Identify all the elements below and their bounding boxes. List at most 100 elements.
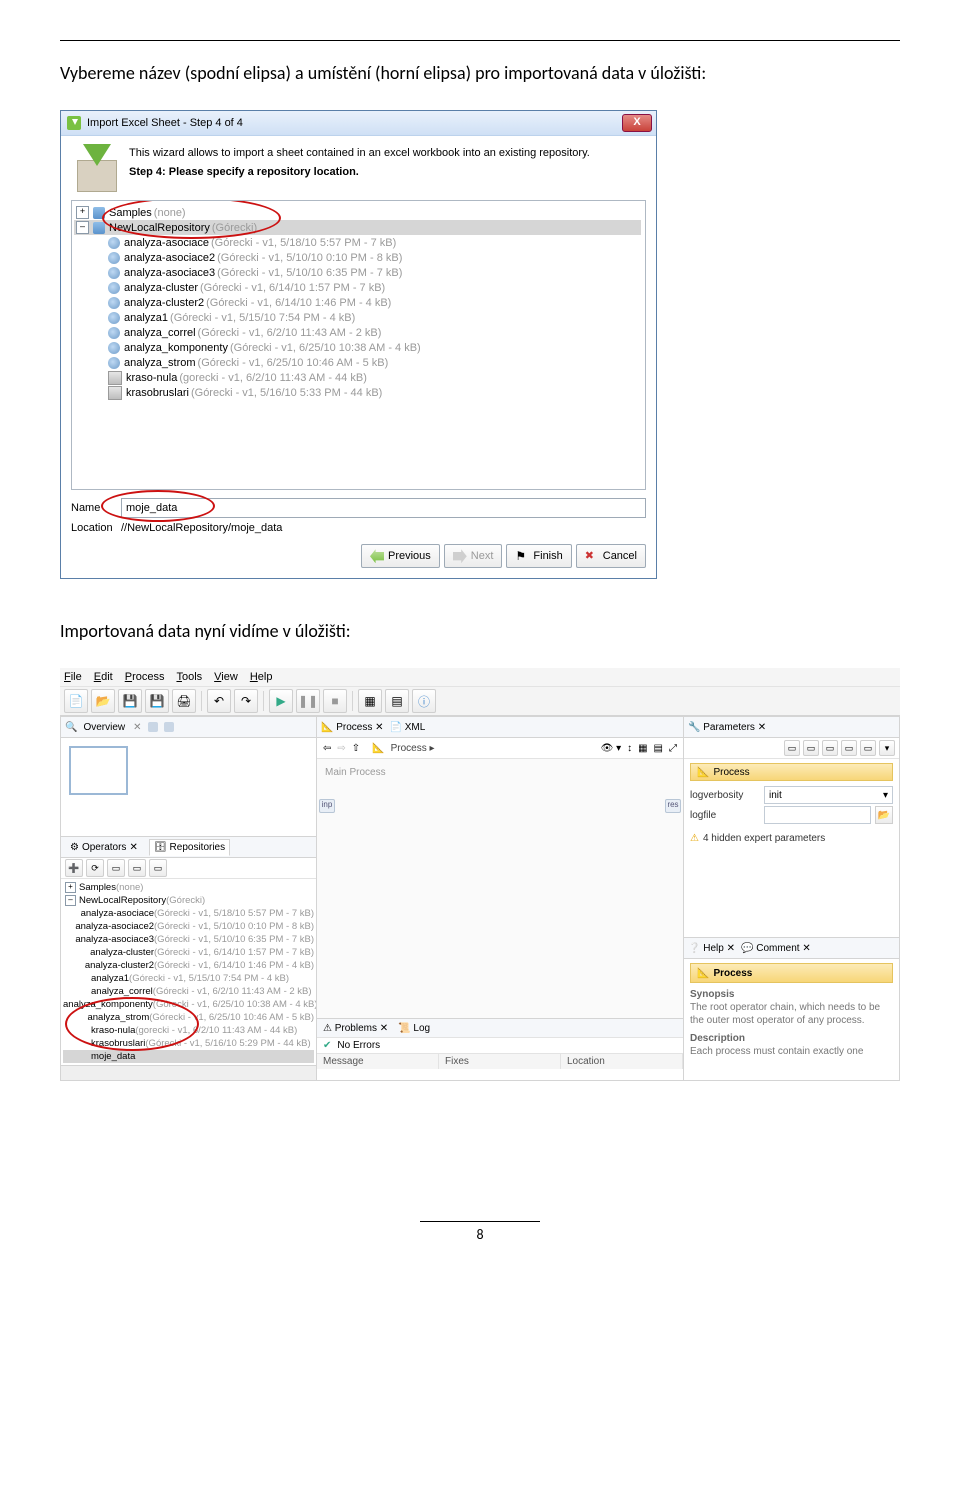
saveas-button[interactable]: 💾 <box>145 689 169 713</box>
view-design-button[interactable]: ▦ <box>358 689 382 713</box>
menu-process[interactable]: Process <box>125 671 165 683</box>
expand-toggle[interactable]: – <box>76 221 89 234</box>
tree-item[interactable]: analyza-cluster2 <box>85 960 154 971</box>
panel-control-icon[interactable] <box>164 722 174 732</box>
param-tool-button[interactable]: ▭ <box>860 740 876 756</box>
menu-edit[interactable]: Edit <box>94 671 113 683</box>
tree-item[interactable]: analyza-asociace <box>81 908 154 919</box>
dialog-titlebar: Import Excel Sheet - Step 4 of 4 X <box>61 111 656 136</box>
tree-item[interactable]: analyza_komponenty <box>124 342 228 354</box>
tree-item[interactable]: analyza_strom <box>87 1012 149 1023</box>
help-tab[interactable]: ❔ Help ✕ <box>688 943 735 954</box>
open-button[interactable]: 📂 <box>91 689 115 713</box>
nav-up-icon[interactable]: ⇧ <box>352 743 360 754</box>
tree-node[interactable]: Samples <box>109 207 152 219</box>
tree-item[interactable]: krasobruslari <box>126 387 189 399</box>
tree-item[interactable]: analyza-asociace2 <box>124 252 215 264</box>
toolbar-icon[interactable]: 👁 ▾ <box>601 743 622 754</box>
menu-file[interactable]: File <box>64 671 82 683</box>
log-tab[interactable]: 📜 Log <box>398 1023 430 1034</box>
repo-button[interactable]: ▭ <box>128 859 146 877</box>
pause-button[interactable]: ❚❚ <box>296 689 320 713</box>
horizontal-scrollbar[interactable] <box>61 1065 316 1080</box>
toolbar-icon[interactable]: ▦ <box>638 743 647 754</box>
hidden-params-note[interactable]: ⚠4 hidden expert parameters <box>690 833 893 844</box>
logfile-input[interactable] <box>764 806 871 824</box>
previous-button[interactable]: Previous <box>361 544 440 568</box>
process-tab[interactable]: 📐 Process ✕ <box>321 722 384 733</box>
param-tool-button[interactable]: ▾ <box>879 740 895 756</box>
stop-button[interactable]: ■ <box>323 689 347 713</box>
overview-thumbnail[interactable] <box>69 746 128 795</box>
logverbosity-select[interactable]: init▾ <box>764 786 893 804</box>
param-tool-button[interactable]: ▭ <box>822 740 838 756</box>
toolbar-icon[interactable]: ⤢ <box>669 743 677 754</box>
new-button[interactable]: 📄 <box>64 689 88 713</box>
overview-tab[interactable]: Overview <box>83 722 125 733</box>
redo-button[interactable]: ↷ <box>234 689 258 713</box>
tree-item[interactable]: analyza_komponenty <box>63 999 153 1010</box>
xml-tab[interactable]: 📄 XML <box>390 722 426 733</box>
tree-item[interactable]: moje_data <box>91 1051 135 1062</box>
repositories-tree[interactable]: +Samples (none) –NewLocalRepository (Gór… <box>61 879 316 1065</box>
finish-button[interactable]: Finish <box>506 544 571 568</box>
param-tool-button[interactable]: ▭ <box>803 740 819 756</box>
tree-item[interactable]: krasobruslari <box>91 1038 145 1049</box>
param-tool-button[interactable]: ▭ <box>784 740 800 756</box>
problems-tab[interactable]: ⚠ Problems ✕ <box>323 1023 388 1034</box>
menu-bar[interactable]: File Edit Process Tools View Help <box>60 668 900 687</box>
search-icon[interactable]: 🔍 <box>65 722 77 733</box>
tree-item[interactable]: analyza-asociace <box>124 237 209 249</box>
nav-fwd-icon[interactable]: ⇨ <box>337 743 345 754</box>
add-repo-button[interactable]: ➕ <box>65 859 83 877</box>
tree-item[interactable]: analyza_correl <box>124 327 196 339</box>
comment-tab[interactable]: 💬 Comment ✕ <box>741 943 811 954</box>
operators-tab[interactable]: ⚙Operators✕ <box>65 839 143 856</box>
port-out[interactable]: res <box>665 799 681 813</box>
tree-item[interactable]: analyza-cluster <box>90 947 154 958</box>
repo-button[interactable]: ▭ <box>107 859 125 877</box>
nav-back-icon[interactable]: ⇦ <box>323 743 331 754</box>
tree-item[interactable]: analyza1 <box>91 973 129 984</box>
param-tool-button[interactable]: ▭ <box>841 740 857 756</box>
print-button[interactable]: 🖨 <box>172 689 196 713</box>
menu-tools[interactable]: Tools <box>176 671 202 683</box>
menu-help[interactable]: Help <box>250 671 273 683</box>
expand-toggle[interactable]: – <box>65 895 76 906</box>
tree-node-selected[interactable]: NewLocalRepository <box>109 222 210 234</box>
tree-item[interactable]: analyza_strom <box>124 357 196 369</box>
toolbar-icon[interactable]: ▤ <box>654 743 663 754</box>
port-in[interactable]: inp <box>319 799 335 813</box>
process-canvas[interactable]: Main Process inp res <box>317 759 683 1018</box>
tree-item[interactable]: analyza-cluster <box>124 282 198 294</box>
tree-item[interactable]: analyza-cluster2 <box>124 297 204 309</box>
breadcrumb[interactable]: Process ▸ <box>391 743 435 754</box>
menu-view[interactable]: View <box>214 671 238 683</box>
tree-item[interactable]: analyza-asociace3 <box>75 934 154 945</box>
refresh-button[interactable]: ⟳ <box>86 859 104 877</box>
expand-toggle[interactable]: + <box>65 882 76 893</box>
close-button[interactable]: X <box>622 114 652 132</box>
repository-tree[interactable]: + Samples (none) – NewLocalRepository (G… <box>71 200 646 490</box>
tree-item[interactable]: analyza_correl <box>91 986 153 997</box>
toolbar-icon[interactable]: ↕ <box>627 743 632 754</box>
undo-button[interactable]: ↶ <box>207 689 231 713</box>
save-button[interactable]: 💾 <box>118 689 142 713</box>
tree-item[interactable]: analyza-asociace2 <box>75 921 154 932</box>
parameters-tab[interactable]: 🔧 Parameters ✕ <box>688 722 766 733</box>
tree-item[interactable]: analyza1 <box>124 312 168 324</box>
view-results-button[interactable]: ▤ <box>385 689 409 713</box>
name-input[interactable] <box>121 498 646 518</box>
repo-button[interactable]: ▭ <box>149 859 167 877</box>
close-icon[interactable]: ✕ <box>133 722 141 733</box>
run-button[interactable]: ▶ <box>269 689 293 713</box>
info-button[interactable]: ⓘ <box>412 689 436 713</box>
tree-item[interactable]: analyza-asociace3 <box>124 267 215 279</box>
tree-item[interactable]: kraso-nula <box>91 1025 135 1036</box>
repositories-tab[interactable]: 🗄Repositories <box>149 839 230 856</box>
browse-button[interactable]: 📂 <box>875 806 893 824</box>
cancel-button[interactable]: Cancel <box>576 544 646 568</box>
panel-control-icon[interactable] <box>148 722 158 732</box>
expand-toggle[interactable]: + <box>76 206 89 219</box>
tree-item[interactable]: kraso-nula <box>126 372 177 384</box>
